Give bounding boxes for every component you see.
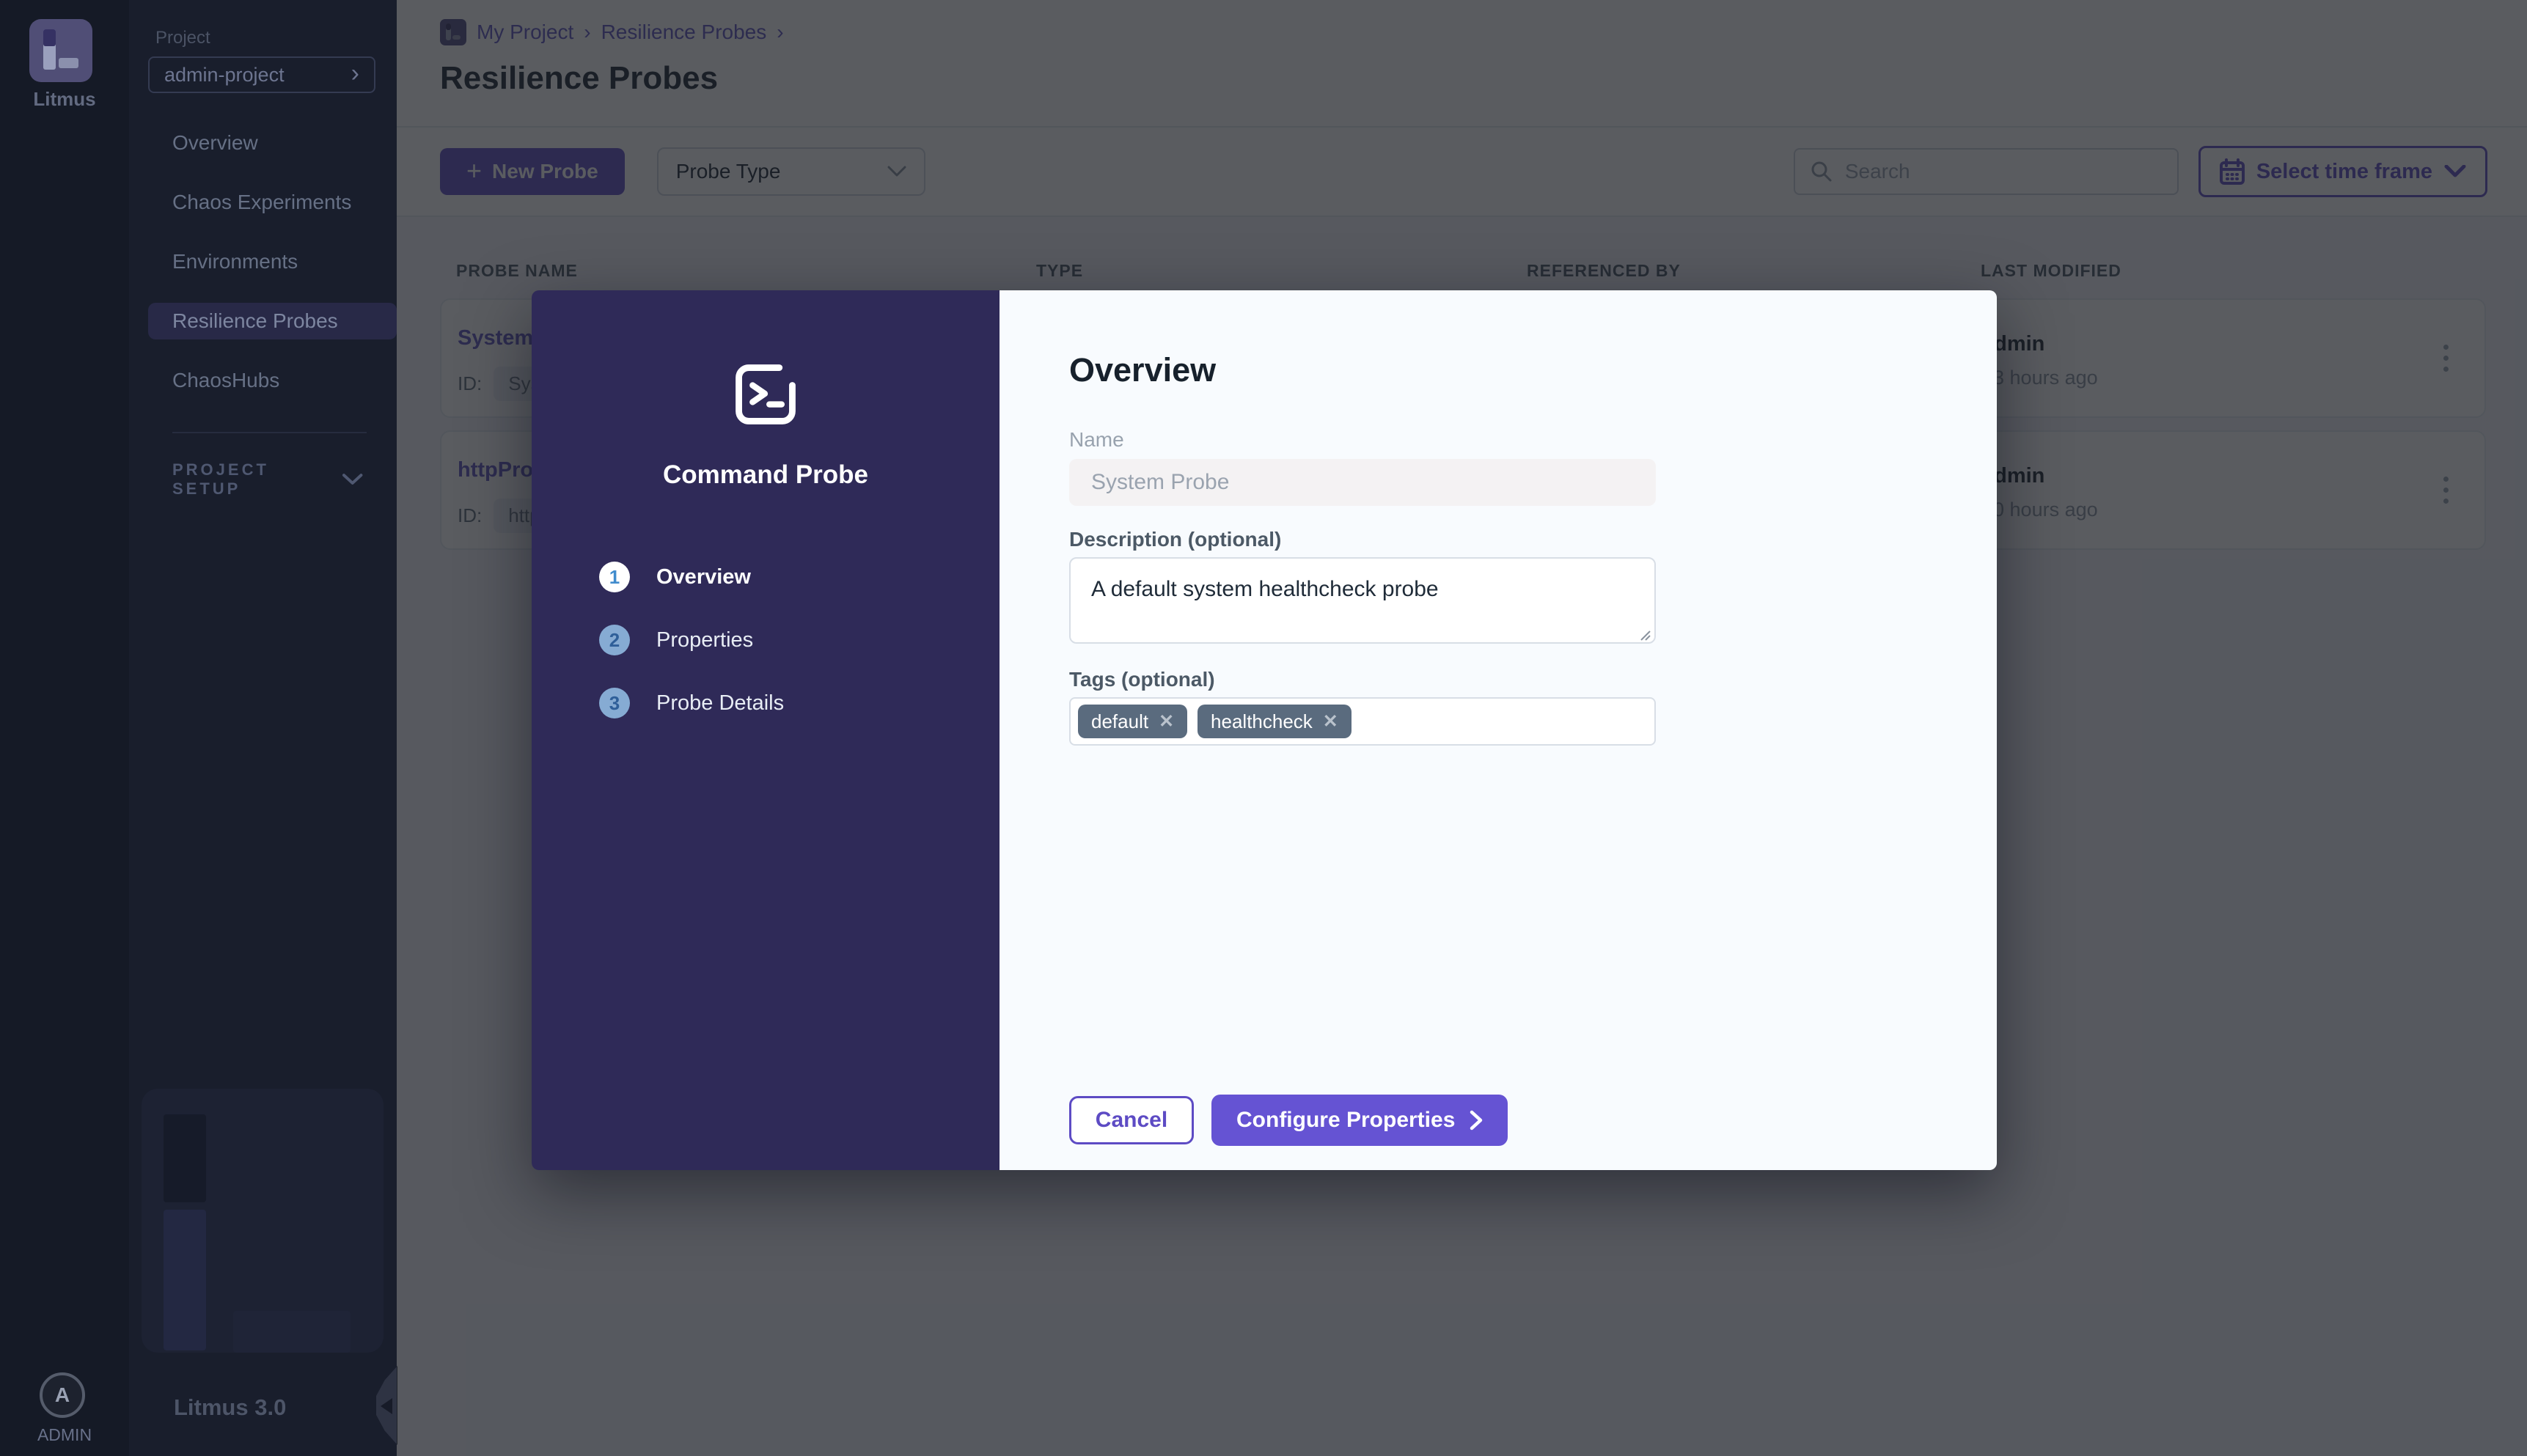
sidebar-skeleton-block [164,1114,206,1202]
project-label: Project [155,28,210,48]
terminal-icon [736,364,796,424]
tags-field-label: Tags (optional) [1069,668,1215,691]
name-field-label: Name [1069,428,1124,451]
description-textarea[interactable]: A default system healthcheck probe [1069,557,1656,644]
modal-actions: Cancel Configure Properties [1069,1095,1927,1146]
collapse-arrow-icon [381,1398,392,1414]
step-label: Properties [656,628,754,652]
remove-tag-icon[interactable]: ✕ [1159,710,1174,732]
modal-stepper-panel: Command Probe 1 Overview 2 Properties 3 … [532,290,1000,1170]
tag-label: default [1091,710,1149,732]
step-label: Overview [656,565,751,589]
sidebar-collapse-button[interactable] [376,1366,397,1445]
sidebar-item-chaos-experiments[interactable]: Chaos Experiments [148,184,397,221]
cancel-button[interactable]: Cancel [1069,1096,1194,1144]
project-setup-toggle[interactable]: PROJECT SETUP [172,460,363,499]
chevron-down-icon [342,474,363,485]
litmus-logo-icon[interactable] [29,19,92,82]
project-selector-value: admin-project [164,63,285,86]
modal-probe-type-title: Command Probe [662,460,869,489]
user-avatar-label: ADMIN [37,1425,92,1444]
sidebar-menu: Overview Chaos Experiments Environments … [148,125,397,422]
create-probe-modal: Command Probe 1 Overview 2 Properties 3 … [532,290,1997,1170]
tag-healthcheck: healthcheck ✕ [1198,705,1351,738]
step-probe-details[interactable]: 3 Probe Details [599,688,1000,718]
step-overview[interactable]: 1 Overview [599,562,1000,592]
description-field-label: Description (optional) [1069,528,1282,551]
step-label: Probe Details [656,691,785,715]
app-version: Litmus 3.0 [174,1394,287,1420]
sidebar-item-resilience-probes[interactable]: Resilience Probes [148,303,397,339]
configure-properties-button[interactable]: Configure Properties [1211,1095,1508,1146]
step-number: 1 [599,562,630,592]
litmus-logo-glyph [29,19,92,82]
sidebar-nav: Project admin-project › Overview Chaos E… [129,0,397,1456]
sidebar-divider [172,432,367,433]
sidebar-item-overview[interactable]: Overview [148,125,397,161]
tag-default: default ✕ [1078,705,1188,738]
tag-label: healthcheck [1211,710,1313,732]
sidebar-rail: Litmus A ADMIN [0,0,129,1456]
logo-text: Litmus [33,88,96,110]
resize-grip-icon[interactable] [1638,628,1651,641]
litmus-app: Litmus A ADMIN Project admin-project › O… [0,0,2527,1456]
sidebar-skeleton-block [164,1210,206,1350]
sidebar-skeleton-block [233,1311,351,1353]
name-input [1069,459,1656,506]
sidebar-item-environments[interactable]: Environments [148,243,397,280]
modal-heading: Overview [1069,351,1217,389]
step-properties[interactable]: 2 Properties [599,625,1000,655]
user-avatar[interactable]: A [40,1372,85,1418]
chevron-right-icon [1470,1110,1483,1130]
project-selector[interactable]: admin-project › [148,56,375,93]
modal-steps: 1 Overview 2 Properties 3 Probe Details [532,562,1000,751]
step-number: 2 [599,625,630,655]
modal-form-panel: Overview Name Description (optional) A d… [1000,290,1997,1170]
tags-input[interactable]: default ✕ healthcheck ✕ [1069,697,1656,746]
configure-properties-label: Configure Properties [1236,1108,1456,1132]
project-setup-label: PROJECT SETUP [172,460,269,498]
remove-tag-icon[interactable]: ✕ [1323,710,1338,732]
sidebar-item-chaoshubs[interactable]: ChaosHubs [148,362,397,399]
step-number: 3 [599,688,630,718]
